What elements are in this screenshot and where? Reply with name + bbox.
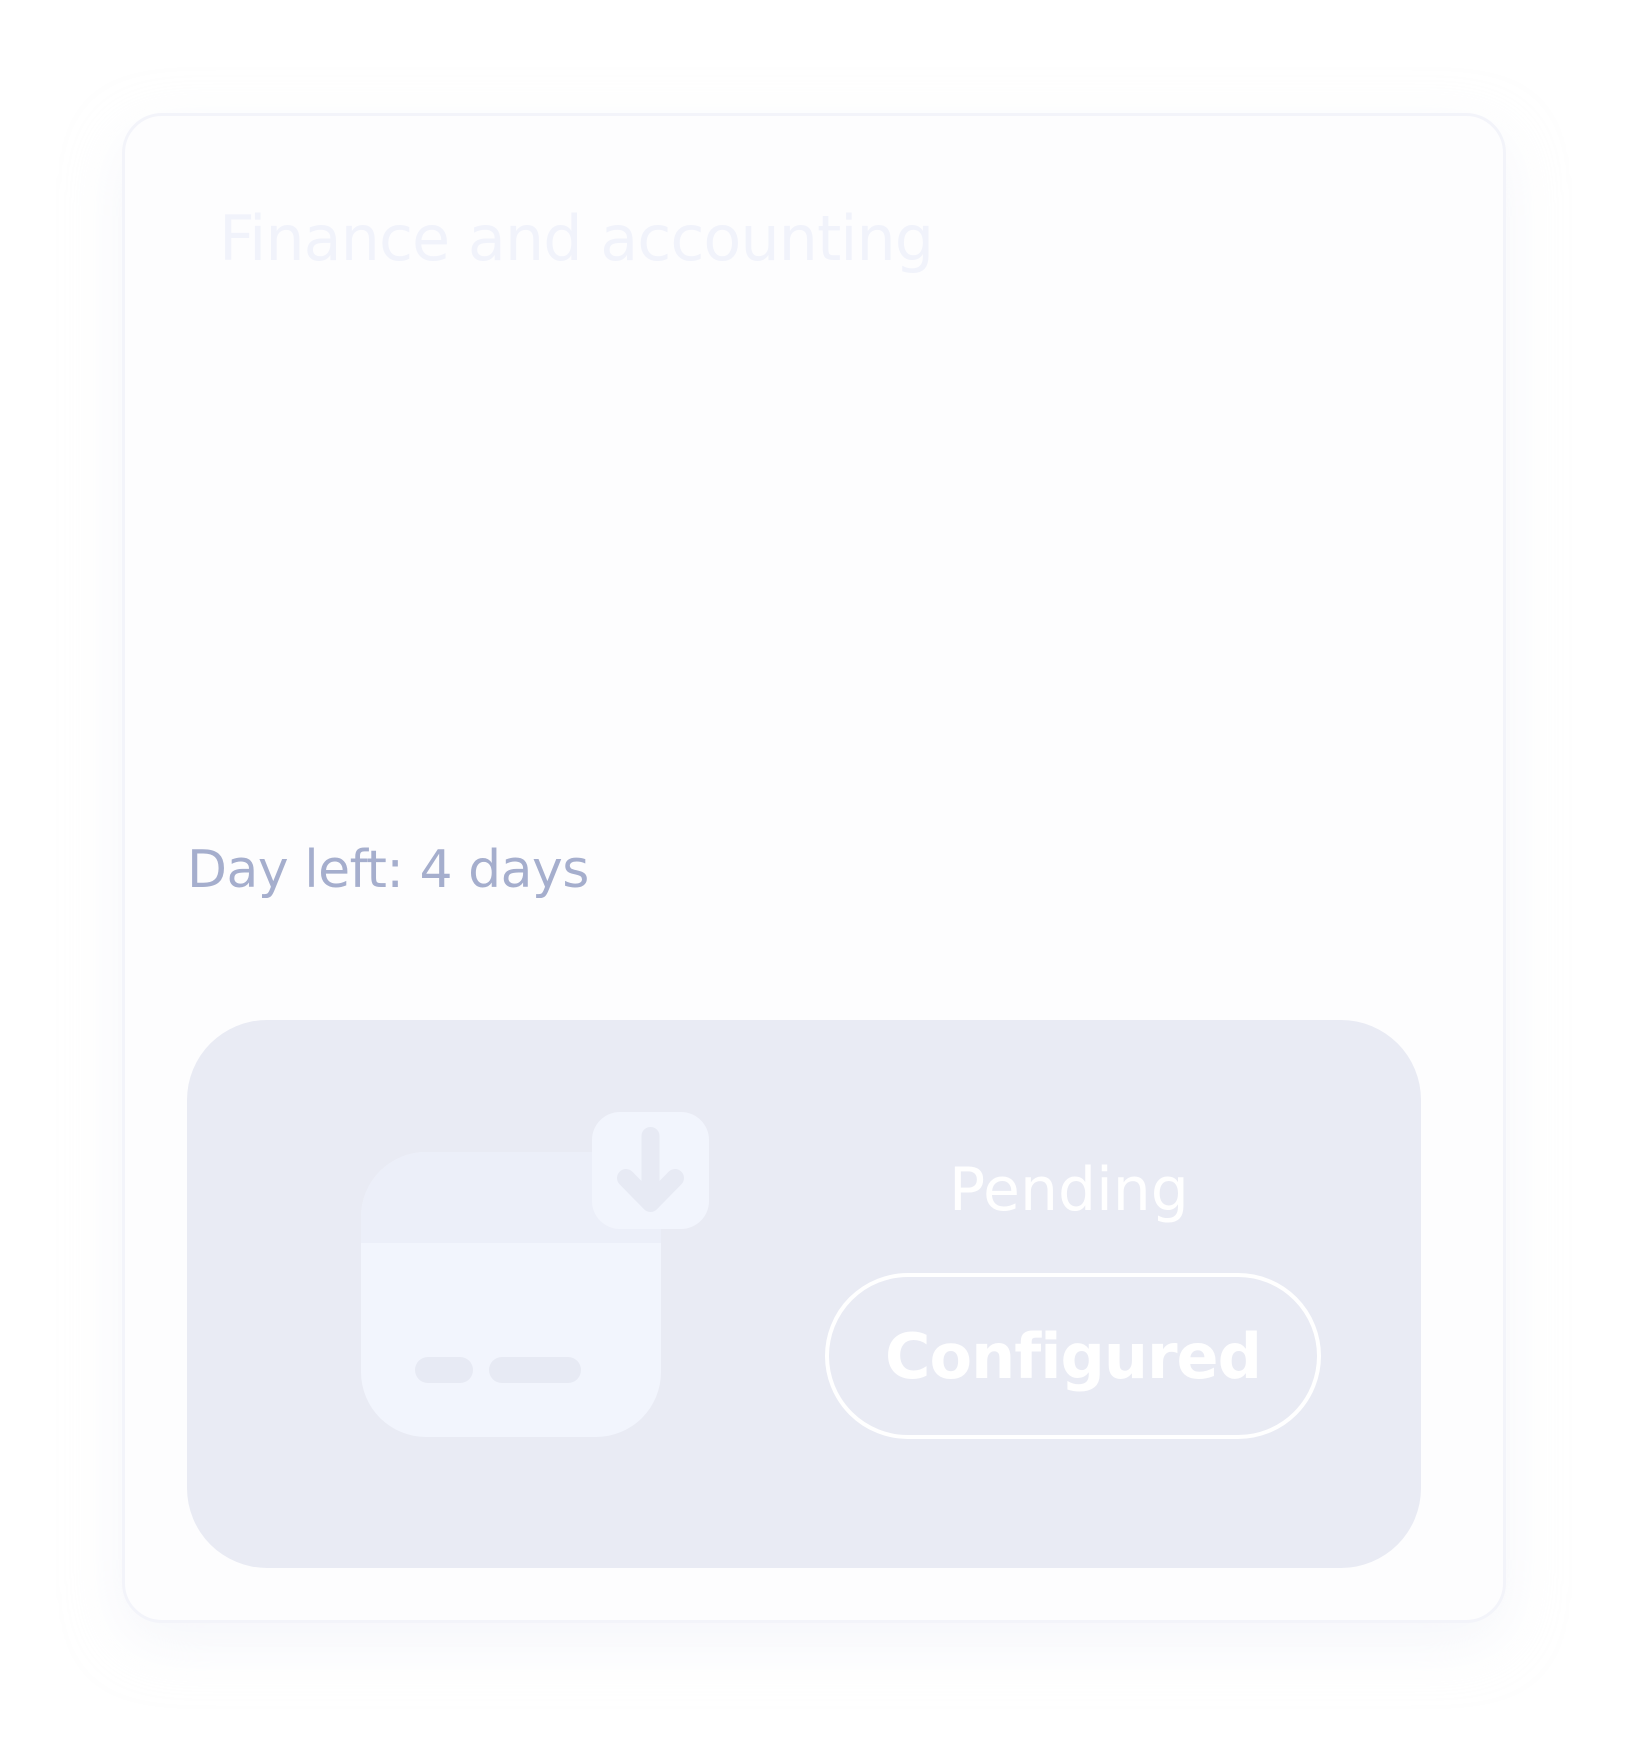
days-left-text: Day left: 4 days: [187, 840, 589, 900]
configured-button[interactable]: Configured: [825, 1273, 1321, 1439]
finance-card: Finance and accounting Day left: 4 days …: [122, 113, 1506, 1623]
status-panel: Pending Configured: [187, 1020, 1421, 1568]
status-label: Pending: [949, 1155, 1189, 1225]
credit-card-download-icon: [361, 1112, 709, 1437]
card-title: Finance and accounting: [219, 202, 934, 275]
